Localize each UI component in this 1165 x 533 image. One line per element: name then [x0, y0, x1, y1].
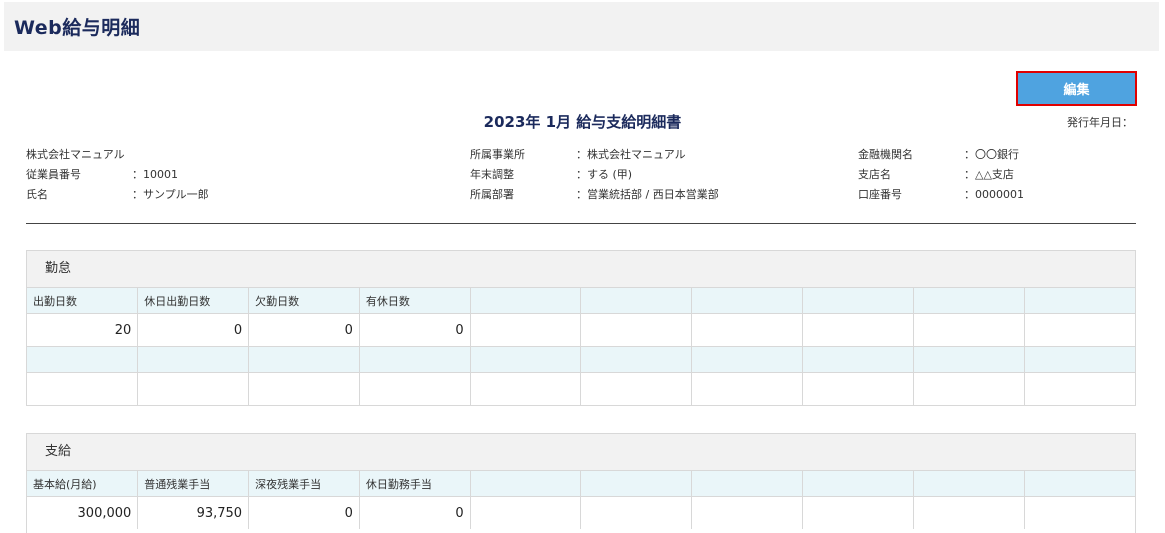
payment-table: 基本給(月給) 普通残業手当 深夜残業手当 休日勤務手当 300,000 93,…	[27, 471, 1135, 529]
attendance-value-cell: 0	[137, 313, 250, 347]
payment-value-cell: 300,000	[27, 496, 139, 529]
payment-header-cell	[1024, 471, 1135, 497]
attendance-value-cell	[1024, 313, 1135, 347]
employee-info: 株式会社マニュアル 従業員番号 ：10001 氏名 ：サンプル一郎	[26, 145, 209, 205]
empty-cell	[470, 346, 582, 373]
affiliation-info: 所属事業所 ：株式会社マニュアル 年末調整 ：する (甲) 所属部署 ：営業統括…	[470, 145, 719, 205]
account-number-value: ：0000001	[964, 188, 1024, 201]
empty-cell	[137, 346, 250, 373]
payment-header-cell	[691, 471, 804, 497]
department-value: ：営業統括部 / 西日本営業部	[576, 188, 719, 201]
company-name: 株式会社マニュアル	[26, 148, 125, 161]
office-label: 所属事業所	[470, 148, 525, 161]
empty-cell	[137, 372, 250, 405]
office-value: ：株式会社マニュアル	[576, 148, 686, 161]
payment-value-cell	[691, 496, 804, 529]
attendance-header-cell: 休日出勤日数	[137, 288, 250, 314]
year-end-adjust-label: 年末調整	[470, 168, 514, 181]
attendance-blank-value-row	[27, 372, 1135, 406]
attendance-value-cell: 0	[248, 313, 360, 347]
app-header: Web給与明細	[4, 2, 1159, 51]
payment-value-cell	[470, 496, 582, 529]
empty-cell	[802, 346, 914, 373]
attendance-value-cell	[470, 313, 582, 347]
attendance-value-cell	[913, 313, 1025, 347]
empty-cell	[691, 372, 804, 405]
payment-header-cell: 深夜残業手当	[248, 471, 360, 497]
attendance-value-cell	[691, 313, 804, 347]
payment-header-cell	[580, 471, 693, 497]
attendance-header-cell: 有休日数	[359, 288, 471, 314]
app-title: Web給与明細	[14, 17, 141, 39]
document-title: 2023年 1月 給与支給明細書	[483, 113, 682, 131]
empty-cell	[1024, 346, 1135, 373]
empty-cell	[248, 346, 360, 373]
branch-value: ：△△支店	[964, 168, 1014, 181]
empty-cell	[1024, 373, 1135, 406]
payment-header-cell: 普通残業手当	[137, 471, 250, 497]
divider	[26, 223, 1136, 224]
attendance-section: 勤怠 出勤日数 休日出勤日数 欠勤日数 有休日数 20 0 0 0	[26, 250, 1136, 406]
payment-header-cell: 基本給(月給)	[27, 471, 139, 497]
attendance-value-cell	[580, 313, 693, 347]
attendance-header-cell	[691, 288, 804, 314]
attendance-value-cell: 20	[27, 313, 139, 347]
bank-info: 金融機関名 ：〇〇銀行 支店名 ：△△支店 口座番号 ：0000001	[858, 145, 1024, 205]
attendance-table: 出勤日数 休日出勤日数 欠勤日数 有休日数 20 0 0 0	[27, 288, 1135, 405]
attendance-value-row: 20 0 0 0	[27, 313, 1135, 347]
bank-name-value: ：〇〇銀行	[964, 148, 1019, 161]
issue-date-label: 発行年月日：	[1067, 116, 1133, 129]
empty-cell	[913, 346, 1025, 373]
empty-cell	[359, 346, 471, 373]
employee-name-value: ：サンプル一郎	[132, 188, 209, 201]
payment-value-cell: 93,750	[137, 496, 250, 529]
empty-cell	[27, 346, 139, 373]
payment-value-cell	[802, 496, 914, 529]
payment-header-cell	[913, 471, 1025, 497]
payment-header-cell: 休日勤務手当	[359, 471, 471, 497]
attendance-header-cell	[802, 288, 914, 314]
payment-value-cell	[913, 496, 1025, 529]
empty-cell	[580, 372, 693, 405]
attendance-header-cell: 出勤日数	[27, 288, 139, 314]
payment-value-cell	[580, 496, 693, 529]
empty-cell	[27, 372, 139, 405]
employee-id-value: ：10001	[132, 168, 178, 181]
edit-button[interactable]: 編集	[1016, 71, 1137, 106]
attendance-header-cell	[1024, 288, 1135, 314]
payment-section-title: 支給	[27, 434, 1135, 471]
payment-value-cell: 0	[248, 496, 360, 529]
empty-cell	[802, 372, 914, 405]
empty-cell	[580, 346, 693, 373]
account-number-label: 口座番号	[858, 188, 902, 201]
attendance-header-row: 出勤日数 休日出勤日数 欠勤日数 有休日数	[27, 288, 1135, 314]
payment-value-row: 300,000 93,750 0 0	[27, 496, 1135, 530]
year-end-adjust-value: ：する (甲)	[576, 168, 633, 181]
payment-value-cell	[1024, 497, 1135, 530]
attendance-header-cell: 欠勤日数	[248, 288, 360, 314]
employee-id-label: 従業員番号	[26, 168, 81, 181]
payment-header-cell	[802, 471, 914, 497]
department-label: 所属部署	[470, 188, 514, 201]
attendance-header-cell	[580, 288, 693, 314]
empty-cell	[248, 372, 360, 405]
payment-section: 支給 基本給(月給) 普通残業手当 深夜残業手当 休日勤務手当 300,000 …	[26, 433, 1136, 533]
payment-header-row: 基本給(月給) 普通残業手当 深夜残業手当 休日勤務手当	[27, 471, 1135, 497]
attendance-value-cell	[802, 313, 914, 347]
empty-cell	[913, 372, 1025, 405]
attendance-section-title: 勤怠	[27, 251, 1135, 288]
empty-cell	[359, 372, 471, 405]
attendance-value-cell: 0	[359, 313, 471, 347]
empty-cell	[470, 372, 582, 405]
bank-name-label: 金融機関名	[858, 148, 913, 161]
payment-header-cell	[470, 471, 582, 497]
attendance-header-cell	[470, 288, 582, 314]
attendance-header-cell	[913, 288, 1025, 314]
branch-label: 支店名	[858, 168, 891, 181]
attendance-blank-header-row	[27, 346, 1135, 373]
payment-value-cell: 0	[359, 496, 471, 529]
employee-name-label: 氏名	[26, 188, 48, 201]
empty-cell	[691, 346, 804, 373]
